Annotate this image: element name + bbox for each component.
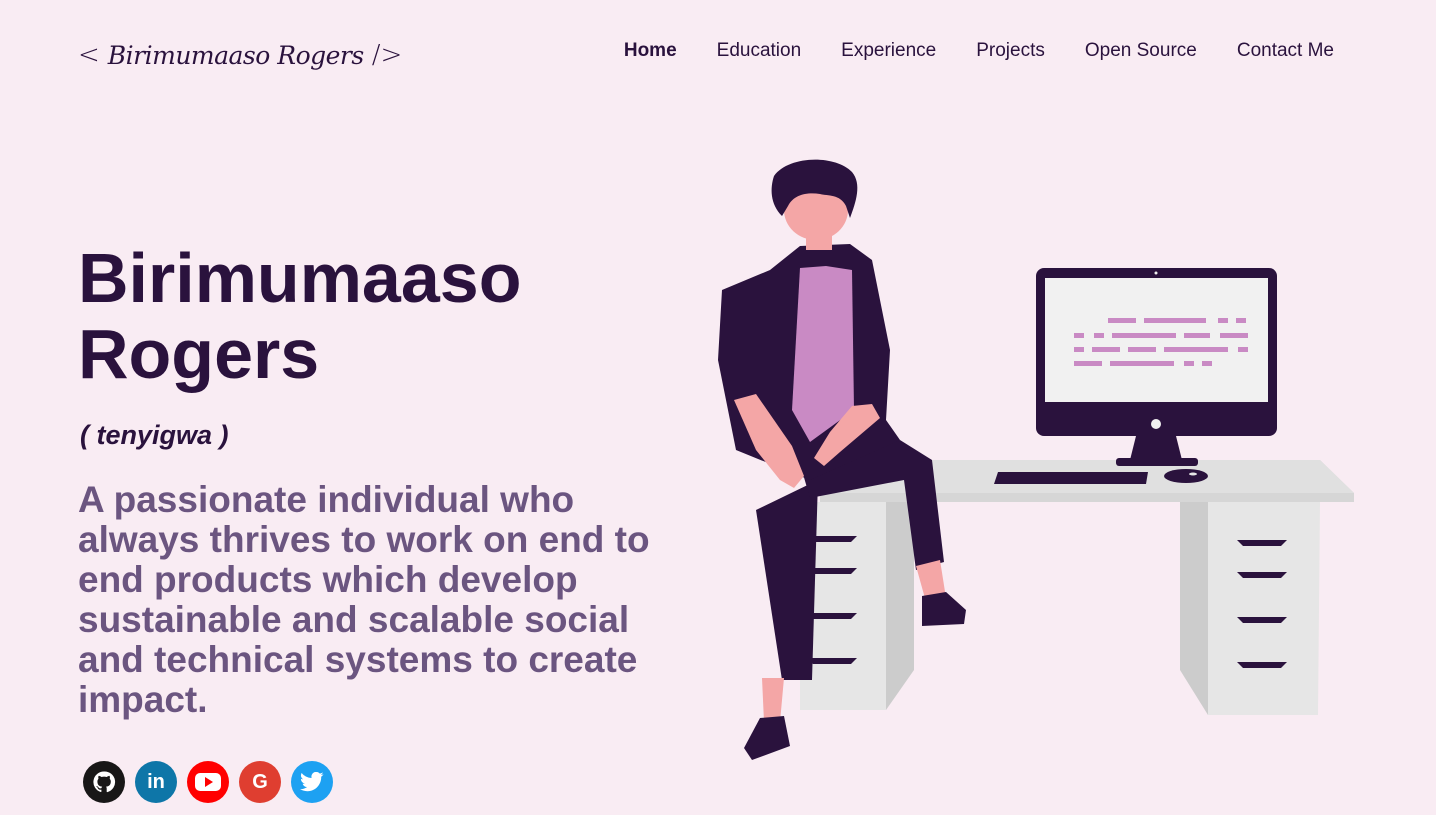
main-nav: Home Education Experience Projects Open … — [624, 40, 1334, 62]
youtube-glyph — [195, 773, 221, 791]
logo-name: Birimumaaso Rogers — [107, 40, 364, 70]
twitter-glyph — [300, 772, 324, 792]
logo-open-bracket: < — [78, 40, 100, 70]
nav-home[interactable]: Home — [624, 40, 677, 62]
youtube-icon[interactable] — [187, 761, 229, 803]
monitor — [1036, 268, 1277, 466]
hero-name-first: Birimumaaso — [78, 239, 522, 317]
social-links: in G — [83, 761, 333, 803]
hero-name: Birimumaaso Rogers — [78, 240, 638, 392]
site-logo[interactable]: < Birimumaaso Rogers /> — [78, 30, 402, 80]
nav-experience[interactable]: Experience — [841, 40, 936, 62]
twitter-icon[interactable] — [291, 761, 333, 803]
linkedin-icon[interactable]: in — [135, 761, 177, 803]
hero-name-last: Rogers — [78, 315, 320, 393]
github-glyph — [93, 771, 116, 793]
logo-close-bracket: /> — [371, 40, 403, 70]
hero-nickname: ( tenyigwa ) — [80, 420, 229, 450]
keyboard — [994, 472, 1148, 484]
hero-tagline: A passionate individual who always thriv… — [78, 479, 650, 720]
mouse — [1164, 469, 1208, 483]
nav-projects[interactable]: Projects — [976, 40, 1045, 62]
developer-illustration — [718, 159, 1354, 760]
nav-education[interactable]: Education — [717, 40, 802, 62]
github-icon[interactable] — [83, 761, 125, 803]
desk — [800, 460, 1354, 715]
nav-open-source[interactable]: Open Source — [1085, 40, 1197, 62]
google-icon[interactable]: G — [239, 761, 281, 803]
nav-contact-me[interactable]: Contact Me — [1237, 40, 1334, 62]
